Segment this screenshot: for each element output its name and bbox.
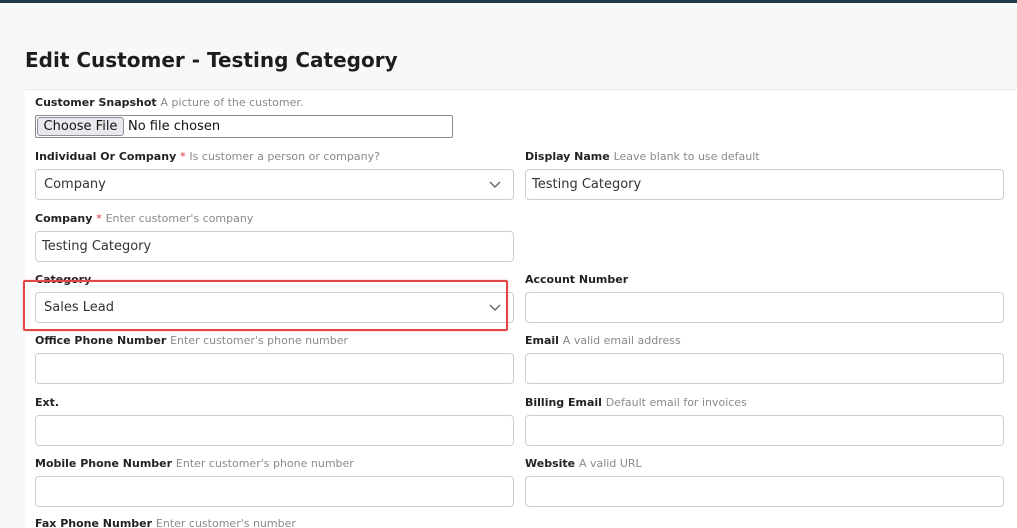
ext-label-text: Ext. (35, 396, 60, 409)
office-phone-label-text: Office Phone Number (35, 334, 167, 347)
office-phone-hint: Enter customer's phone number (170, 334, 349, 347)
display-name-value: Testing Category (532, 177, 642, 192)
display-name-hint: Leave blank to use default (613, 150, 760, 163)
company-value: Testing Category (42, 239, 152, 254)
top-bar (0, 0, 1017, 3)
required-marker: * (180, 150, 186, 163)
fax-phone-label-text: Fax Phone Number (35, 517, 153, 528)
individual-or-company-select[interactable]: Company (35, 169, 514, 200)
email-label: Email A valid email address (525, 334, 681, 348)
fax-phone-label: Fax Phone Number Enter customer's number (35, 517, 296, 528)
website-label-text: Website (525, 457, 576, 470)
mobile-phone-input[interactable] (35, 476, 514, 507)
company-label-text: Company (35, 212, 93, 225)
account-number-input[interactable] (525, 292, 1004, 323)
mobile-phone-label: Mobile Phone Number Enter customer's pho… (35, 457, 354, 471)
display-name-label: Display Name Leave blank to use default (525, 150, 760, 164)
billing-email-input[interactable] (525, 415, 1004, 446)
company-hint: Enter customer's company (105, 212, 254, 225)
email-input[interactable] (525, 353, 1004, 384)
individual-or-company-hint: Is customer a person or company? (189, 150, 380, 163)
email-hint: A valid email address (562, 334, 681, 347)
company-input[interactable]: Testing Category (35, 231, 514, 262)
individual-or-company-value: Company (44, 177, 106, 192)
office-phone-input[interactable] (35, 353, 514, 384)
company-label: Company * Enter customer's company (35, 212, 253, 226)
snapshot-hint: A picture of the customer. (160, 96, 304, 109)
required-marker: * (96, 212, 102, 225)
office-phone-label: Office Phone Number Enter customer's pho… (35, 334, 348, 348)
snapshot-label-text: Customer Snapshot (35, 96, 157, 109)
website-label: Website A valid URL (525, 457, 642, 471)
mobile-phone-hint: Enter customer's phone number (175, 457, 354, 470)
choose-file-button[interactable]: Choose File (37, 117, 124, 136)
display-name-input[interactable]: Testing Category (525, 169, 1004, 200)
ext-input[interactable] (35, 415, 514, 446)
website-input[interactable] (525, 476, 1004, 507)
ext-label: Ext. (35, 396, 59, 410)
account-number-label: Account Number (525, 273, 628, 287)
billing-email-hint: Default email for invoices (605, 396, 747, 409)
snapshot-file-input[interactable]: Choose File No file chosen (35, 115, 453, 138)
mobile-phone-label-text: Mobile Phone Number (35, 457, 173, 470)
chevron-down-icon (489, 181, 501, 188)
email-label-text: Email (525, 334, 559, 347)
website-hint: A valid URL (578, 457, 642, 470)
fax-phone-hint: Enter customer's number (155, 517, 296, 528)
billing-email-label: Billing Email Default email for invoices (525, 396, 747, 410)
individual-or-company-label: Individual Or Company * Is customer a pe… (35, 150, 380, 164)
page-title: Edit Customer - Testing Category (25, 48, 398, 72)
billing-email-label-text: Billing Email (525, 396, 602, 409)
display-name-label-text: Display Name (525, 150, 610, 163)
category-highlight-box (23, 280, 508, 331)
snapshot-label: Customer Snapshot A picture of the custo… (35, 96, 303, 110)
file-status: No file chosen (128, 119, 221, 134)
account-number-label-text: Account Number (525, 273, 629, 286)
individual-or-company-label-text: Individual Or Company (35, 150, 177, 163)
